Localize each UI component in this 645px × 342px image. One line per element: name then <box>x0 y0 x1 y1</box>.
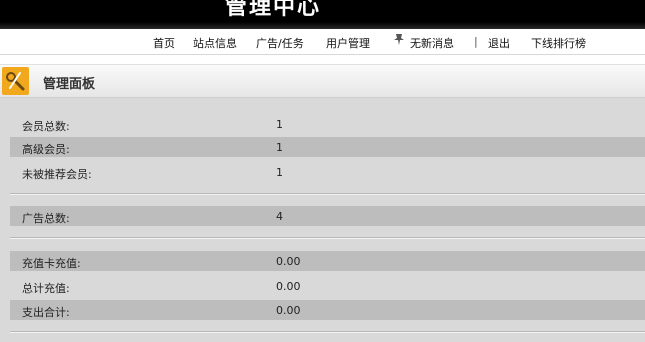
stat-value: 1 <box>276 118 283 131</box>
top-nav: 首页 站点信息 广告/任务 用户管理 无新消息 | 退出 下线排行榜 <box>0 29 645 55</box>
stat-label: 会员总数: <box>22 120 70 133</box>
stat-value: 0.00 <box>276 280 301 293</box>
nav-logout-link[interactable]: 退出 <box>488 35 510 51</box>
section-divider <box>10 194 645 195</box>
panel-title: 管理面板 <box>43 77 96 92</box>
stat-label: 高级会员: <box>22 143 70 156</box>
stat-row-unreferred-members: 未被推荐会员: 1 <box>10 162 645 182</box>
nav-user-manage-link[interactable]: 用户管理 <box>326 35 370 51</box>
nav-messages-link[interactable]: 无新消息 <box>410 35 454 51</box>
tools-icon <box>2 67 29 95</box>
nav-separator: | <box>474 35 478 48</box>
stat-label: 支出合计: <box>22 306 70 319</box>
panel-header: 管理面板 <box>0 64 645 98</box>
stat-value: 0.00 <box>276 255 301 268</box>
stat-value: 1 <box>276 166 283 179</box>
pin-icon <box>394 34 404 45</box>
section-divider <box>10 238 645 239</box>
stat-label: 充值卡充值: <box>22 257 81 270</box>
stat-row-total-recharge: 总计充值: 0.00 <box>10 276 645 296</box>
nav-downline-ranking-link[interactable]: 下线排行榜 <box>531 35 586 51</box>
header-title: 管理中心 <box>225 0 322 20</box>
stat-label: 广告总数: <box>22 212 70 225</box>
stat-label: 总计充值: <box>22 282 70 295</box>
header-shade <box>0 22 645 29</box>
stat-row-total-expense: 支出合计: 0.00 <box>10 300 645 320</box>
stat-value: 1 <box>276 141 283 154</box>
nav-ads-tasks-link[interactable]: 广告/任务 <box>256 35 304 51</box>
nav-site-info-link[interactable]: 站点信息 <box>193 35 237 51</box>
stats-panel: 会员总数: 1 高级会员: 1 未被推荐会员: 1 广告总数: 4 充值卡充值:… <box>0 98 645 342</box>
stat-row-card-recharge: 充值卡充值: 0.00 <box>10 251 645 271</box>
nav-home-link[interactable]: 首页 <box>153 35 175 51</box>
stat-row-total-members: 会员总数: 1 <box>10 114 645 134</box>
stat-label: 未被推荐会员: <box>22 168 92 181</box>
header-bar: 管理中心 <box>0 0 645 29</box>
stat-row-premium-members: 高级会员: 1 <box>10 137 645 157</box>
stat-value: 0.00 <box>276 304 301 317</box>
stat-row-total-ads: 广告总数: 4 <box>10 206 645 226</box>
section-divider <box>10 332 645 333</box>
stat-value: 4 <box>276 210 283 223</box>
